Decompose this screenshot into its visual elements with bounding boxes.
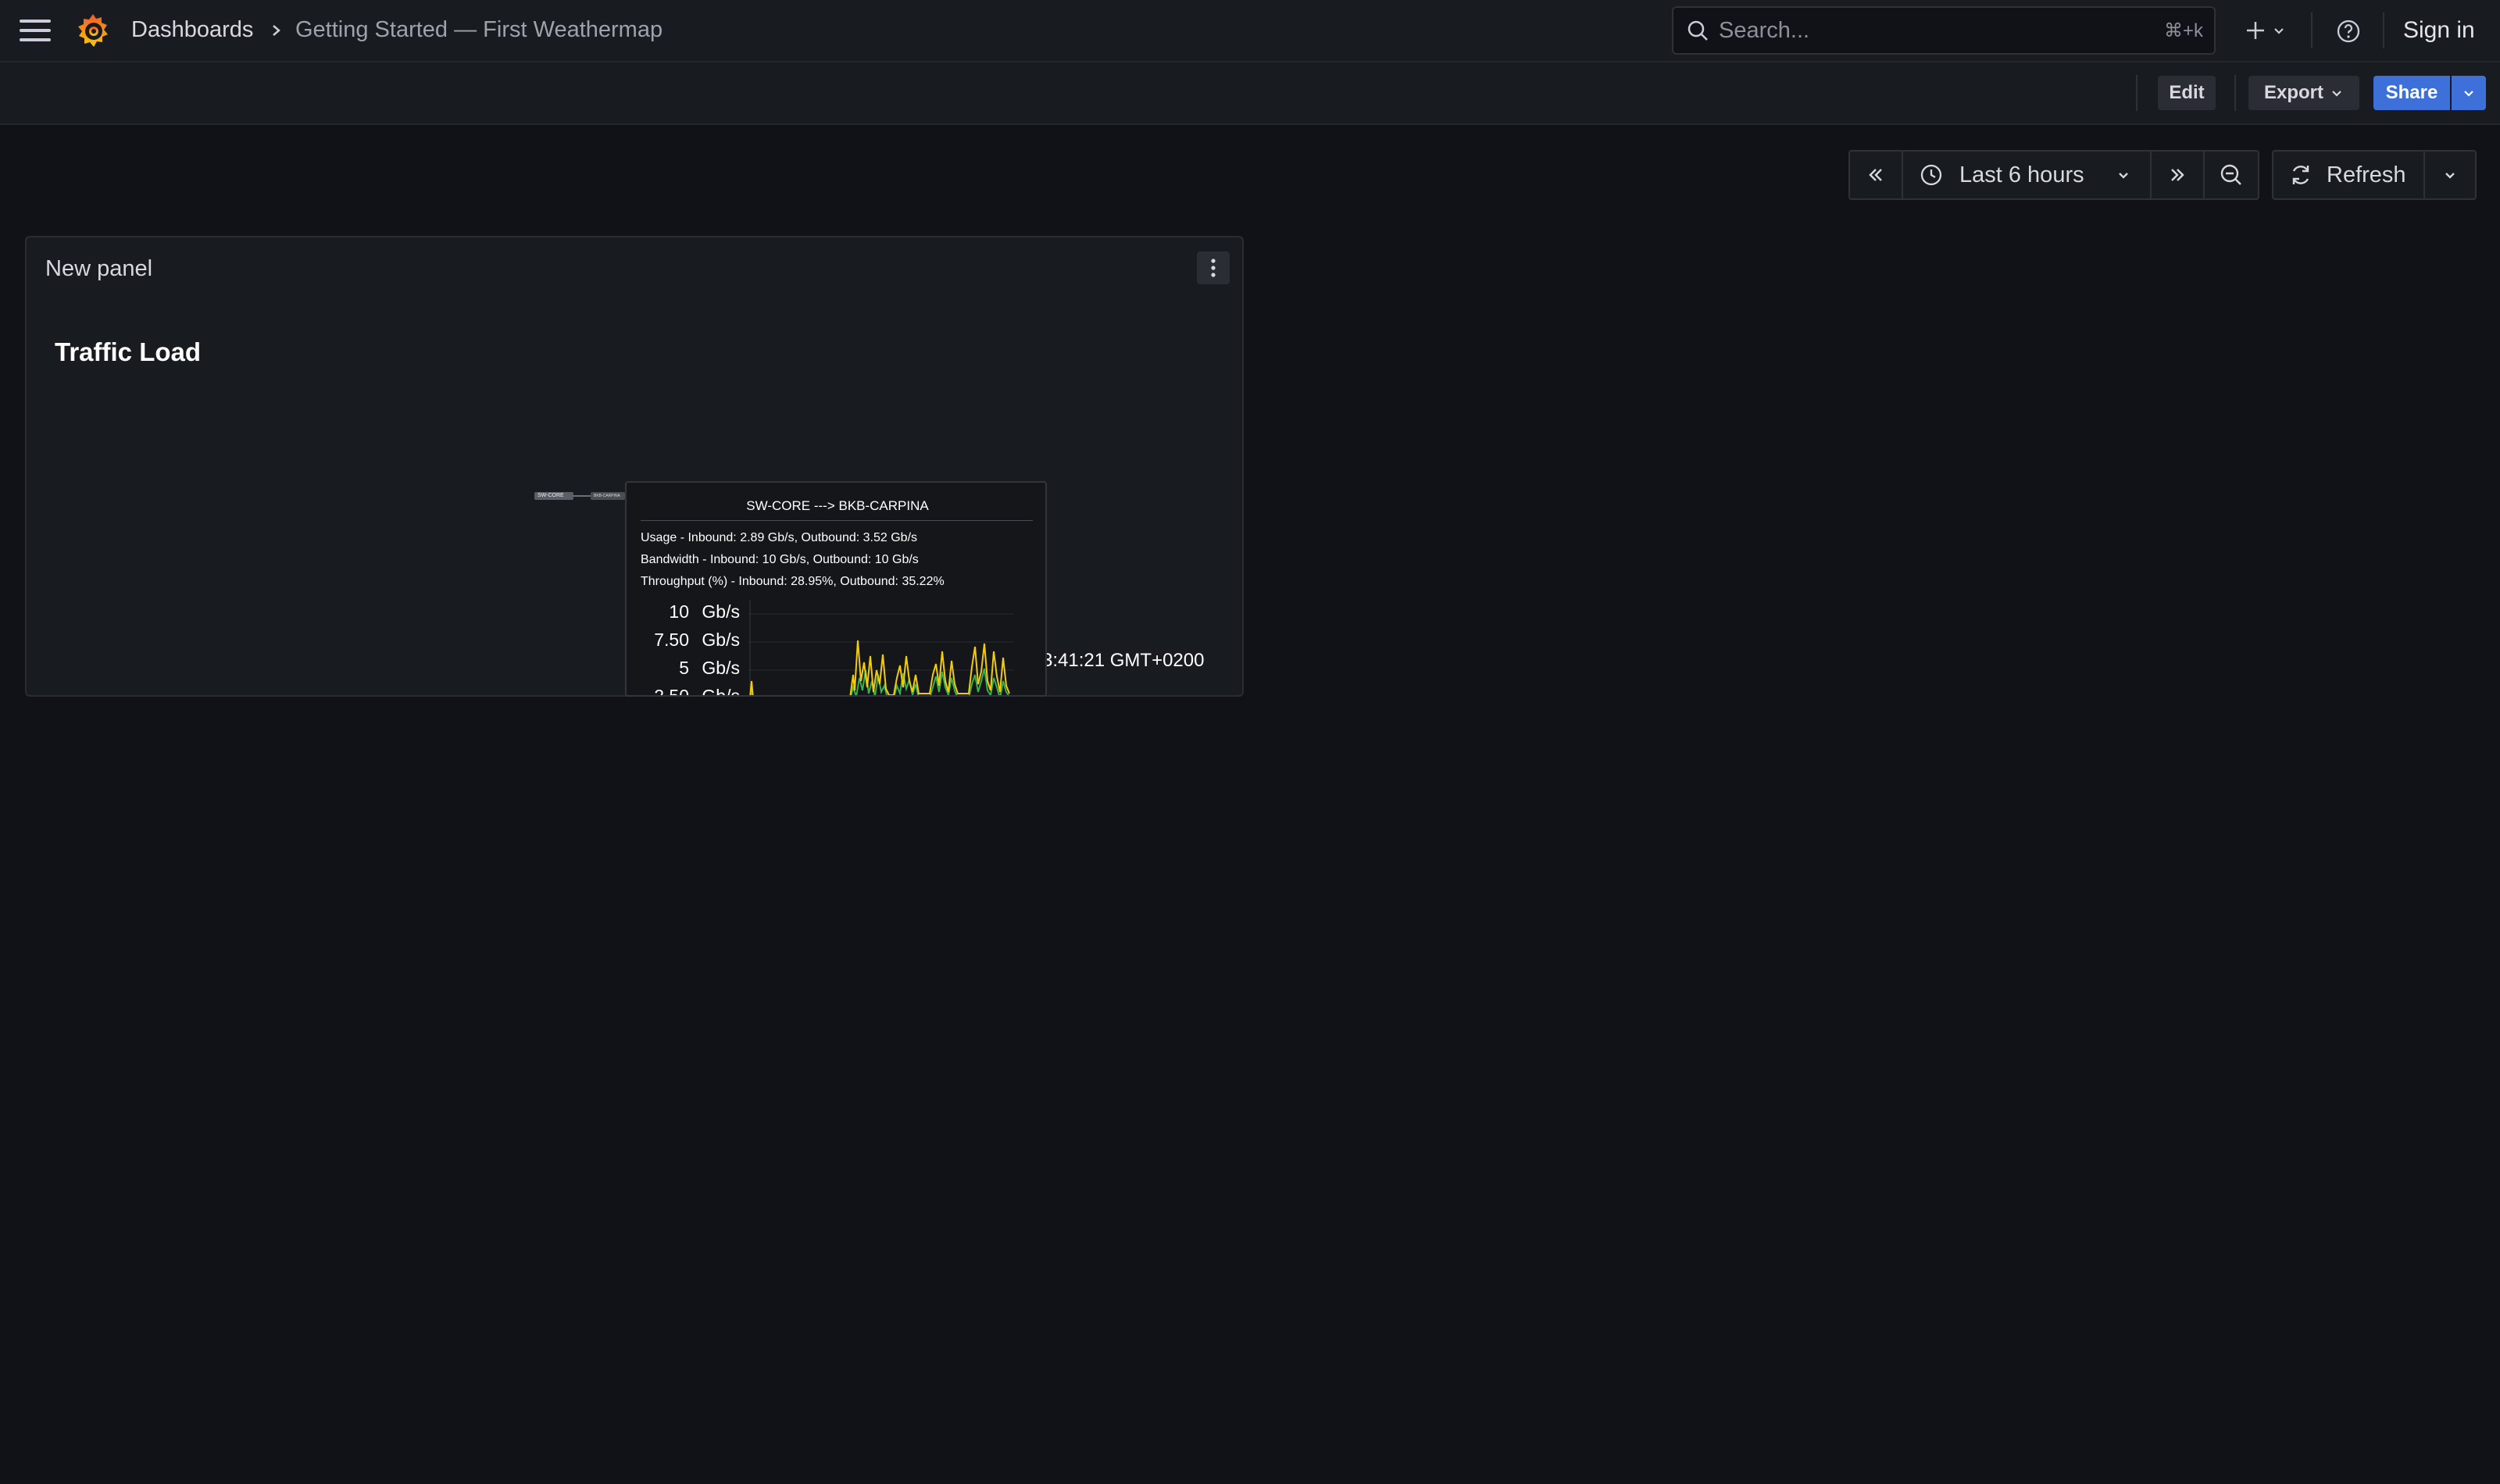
help-button[interactable]: [2333, 16, 2364, 47]
tooltip-throughput: Throughput (%) - Inbound: 28.95%, Outbou…: [641, 575, 945, 588]
panel-title: New panel: [45, 256, 153, 281]
search-shortcut: ⌘+k: [2163, 20, 2203, 41]
help-icon: [2337, 20, 2360, 43]
breadcrumb-dashboards[interactable]: Dashboards: [131, 17, 253, 43]
refresh-icon: [2292, 166, 2309, 184]
export-label: Export: [2263, 82, 2323, 103]
add-new-button[interactable]: [2239, 14, 2291, 47]
zoom-out-button[interactable]: [2203, 150, 2259, 200]
topbar-divider: [2311, 12, 2312, 48]
toolbar-divider: [2234, 75, 2236, 111]
axis-tick-unit: Gb/s: [702, 658, 740, 678]
node-label: BKB-CARPINA: [594, 494, 620, 498]
axis-tick: 5 Gb/s: [627, 658, 741, 679]
tooltip-divider: [641, 520, 1033, 521]
node-label: SW-CORE: [538, 493, 564, 498]
axis-tick-unit: Gb/s: [702, 630, 740, 650]
axis-tick-value: 10: [669, 601, 689, 622]
refresh-button[interactable]: Refresh: [2272, 150, 2425, 200]
clock-icon: [1920, 164, 1942, 186]
panel-menu-button[interactable]: [1197, 251, 1230, 284]
refresh-label: Refresh: [2327, 162, 2406, 187]
time-shift-back-button[interactable]: [1848, 150, 1903, 200]
axis-tick: 7.50 Gb/s: [627, 630, 741, 651]
axis-tick-unit: Gb/s: [702, 601, 740, 622]
chevron-down-icon: [2332, 91, 2341, 97]
time-shift-forward-button[interactable]: [2150, 150, 2205, 200]
top-bar: Dashboards Getting Started — First Weath…: [0, 0, 2500, 62]
double-chevron-left-icon: [1869, 169, 1882, 181]
chevron-down-icon: [2445, 173, 2455, 179]
tooltip-bandwidth: Bandwidth - Inbound: 10 Gb/s, Outbound: …: [641, 553, 919, 566]
search-icon: [1686, 19, 1709, 42]
weathermap-node-bkb-carpina[interactable]: BKB-CARPINA: [591, 492, 625, 500]
refresh-interval-button[interactable]: [2423, 150, 2477, 200]
toolbar-divider: [2136, 75, 2138, 111]
share-options-button[interactable]: [2452, 76, 2486, 110]
time-range-picker[interactable]: Last 6 hours: [1902, 150, 2152, 200]
time-range-label: Last 6 hours: [1959, 162, 2084, 187]
export-button[interactable]: Export: [2248, 76, 2359, 110]
search-placeholder: Search...: [1719, 17, 1810, 43]
axis-tick-value: 5: [679, 658, 689, 678]
link-tooltip: SW-CORE ---> BKB-CARPINA Usage - Inbound…: [625, 481, 1047, 697]
breadcrumb-chevron-icon: [269, 19, 284, 42]
axis-tick-value: 2.50: [654, 686, 689, 697]
grafana-logo-icon[interactable]: [73, 11, 112, 50]
plus-icon: [2247, 22, 2264, 39]
menu-icon[interactable]: [14, 14, 56, 47]
double-chevron-right-icon: [2171, 169, 2184, 181]
topbar-divider: [2383, 12, 2384, 48]
chevron-down-icon: [2464, 91, 2473, 97]
weathermap-heading: Traffic Load: [55, 337, 202, 366]
more-vertical-icon: [1211, 259, 1216, 277]
traffic-sparkline: [748, 600, 1014, 695]
sign-in-link[interactable]: Sign in: [2403, 17, 2475, 44]
axis-tick: 10 Gb/s: [627, 601, 741, 622]
weathermap-node-sw-core[interactable]: SW-CORE: [534, 492, 573, 500]
weathermap-timestamp: 3:41:21 GMT+0200: [1042, 650, 1205, 671]
axis-tick-unit: Gb/s: [702, 686, 740, 697]
search-input[interactable]: Search... ⌘+k: [1672, 6, 2216, 55]
axis-tick-value: 7.50: [654, 630, 689, 650]
axis-tick: 2.50 Gb/s: [627, 686, 741, 697]
tooltip-usage: Usage - Inbound: 2.89 Gb/s, Outbound: 3.…: [641, 531, 918, 544]
breadcrumb-current-dashboard: Getting Started — First Weathermap: [295, 17, 663, 42]
zoom-out-icon: [2220, 164, 2241, 185]
tooltip-title: SW-CORE ---> BKB-CARPINA: [746, 498, 929, 513]
share-button[interactable]: Share: [2373, 76, 2450, 110]
edit-button[interactable]: Edit: [2158, 76, 2216, 110]
chevron-down-icon: [2274, 28, 2284, 34]
dashboard-toolbar: Edit Export Share: [0, 62, 2500, 125]
chevron-down-icon: [2119, 173, 2128, 179]
